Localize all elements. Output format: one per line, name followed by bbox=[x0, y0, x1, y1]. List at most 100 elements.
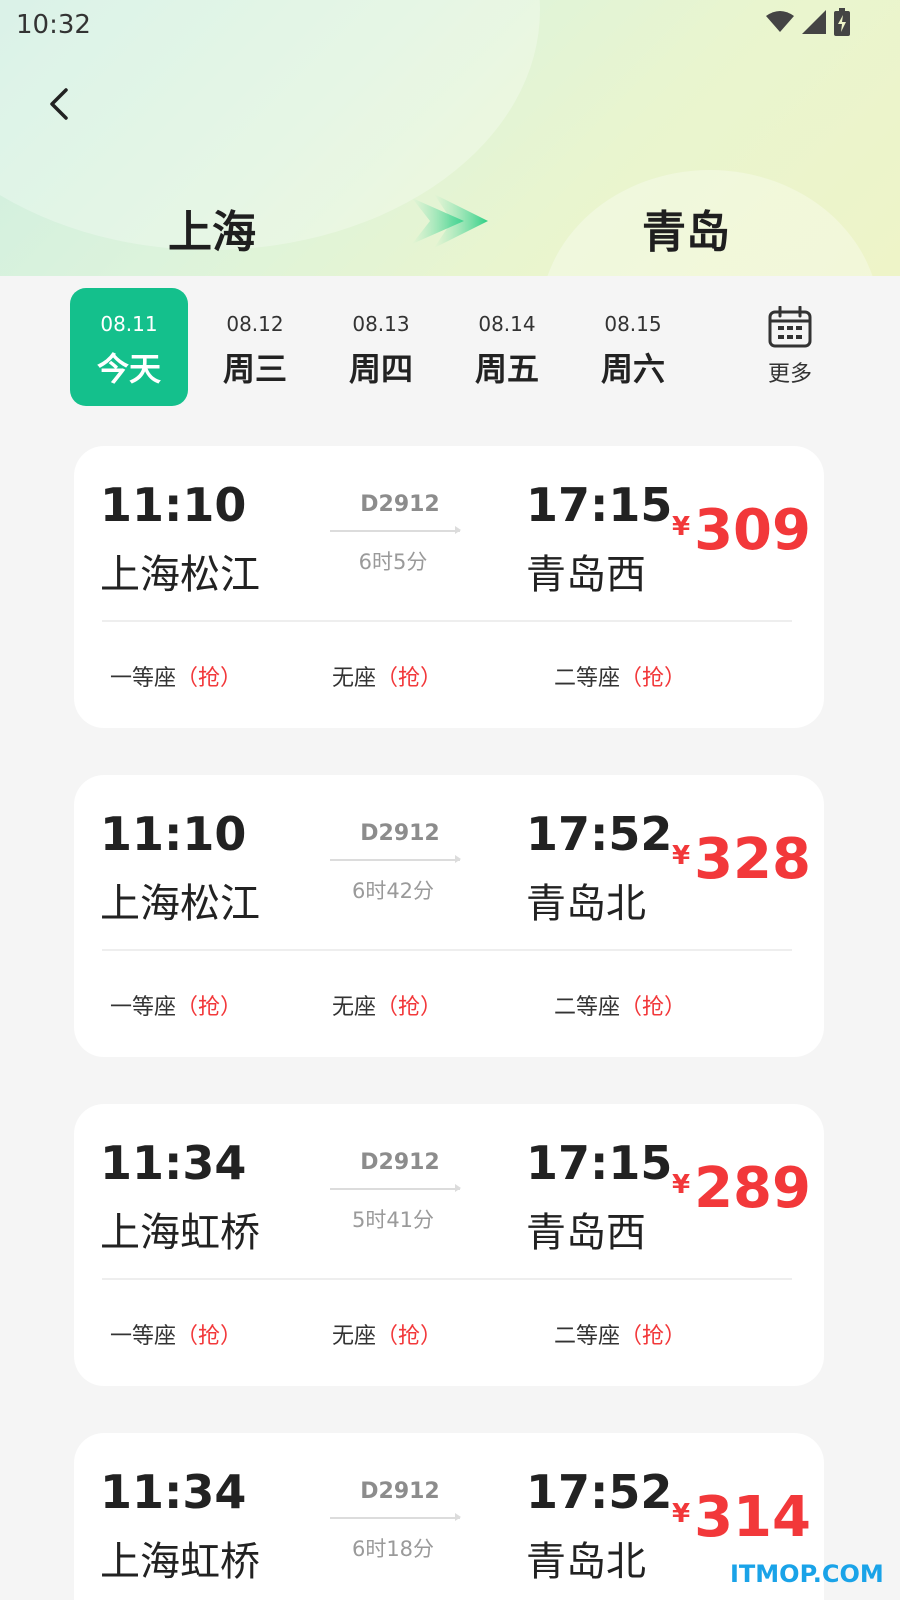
status-icons bbox=[766, 8, 850, 40]
seat-status: （抢） bbox=[376, 1324, 443, 1349]
date-tab-weekday: 周三 bbox=[222, 350, 287, 388]
arrival-station: 青岛西 bbox=[526, 1210, 646, 1256]
seat-name: 一等座 bbox=[110, 666, 177, 691]
price-value: 314 bbox=[694, 1485, 811, 1550]
seat-status: （抢） bbox=[620, 1324, 687, 1349]
date-tab-date: 08.15 bbox=[604, 312, 662, 336]
status-time: 10:32 bbox=[16, 10, 91, 40]
ticket-price: ¥289 bbox=[672, 1156, 811, 1221]
date-tab-date: 08.11 bbox=[100, 312, 158, 336]
seat-status: （抢） bbox=[176, 995, 243, 1020]
date-tab-0813[interactable]: 08.13 周四 bbox=[322, 288, 440, 406]
seat-standing[interactable]: 无座（抢） bbox=[332, 989, 442, 1021]
price-value: 328 bbox=[694, 827, 811, 892]
date-tab-0815[interactable]: 08.15 周六 bbox=[574, 288, 692, 406]
seat-name: 二等座 bbox=[554, 666, 621, 691]
header: 10:32 上海 青岛 bbox=[0, 0, 900, 276]
travel-duration: 5时41分 bbox=[351, 1208, 435, 1232]
date-tab-date: 08.14 bbox=[478, 312, 536, 336]
date-tab-0811[interactable]: 08.11 今天 bbox=[70, 288, 188, 406]
watermark: ITMOP.COM bbox=[730, 1560, 884, 1588]
currency-symbol: ¥ bbox=[672, 1170, 691, 1200]
departure-station: 上海虹桥 bbox=[100, 1539, 260, 1585]
train-number: D2912 bbox=[360, 821, 440, 846]
battery-icon bbox=[834, 8, 850, 40]
seat-name: 一等座 bbox=[110, 995, 177, 1020]
date-tab-weekday: 周六 bbox=[600, 350, 665, 388]
seat-first-class[interactable]: 一等座（抢） bbox=[110, 1318, 242, 1350]
currency-symbol: ¥ bbox=[672, 841, 691, 871]
price-value: 309 bbox=[694, 498, 811, 563]
seat-name: 二等座 bbox=[554, 995, 621, 1020]
train-number: D2912 bbox=[360, 492, 440, 517]
travel-duration: 6时18分 bbox=[351, 1537, 435, 1561]
divider bbox=[102, 949, 792, 951]
departure-city[interactable]: 上海 bbox=[168, 196, 256, 260]
train-card[interactable]: 11:34 上海虹桥 D2912 6时18分 17:52 青岛北 ¥314 bbox=[74, 1433, 824, 1600]
seat-standing[interactable]: 无座（抢） bbox=[332, 660, 442, 692]
seat-first-class[interactable]: 一等座（抢） bbox=[110, 989, 242, 1021]
seat-status: （抢） bbox=[620, 995, 687, 1020]
departure-time: 11:34 bbox=[100, 1465, 247, 1519]
seat-second-class[interactable]: 二等座（抢） bbox=[554, 989, 686, 1021]
chevron-left-icon bbox=[50, 88, 68, 120]
departure-station: 上海松江 bbox=[100, 552, 260, 598]
date-tab-date: 08.13 bbox=[352, 312, 410, 336]
train-number: D2912 bbox=[360, 1150, 440, 1175]
price-value: 289 bbox=[694, 1156, 811, 1221]
divider bbox=[102, 620, 792, 622]
travel-duration: 6时42分 bbox=[351, 879, 435, 903]
back-button[interactable] bbox=[38, 84, 78, 124]
signal-icon bbox=[802, 10, 826, 38]
route-line bbox=[330, 1513, 461, 1521]
arrival-city[interactable]: 青岛 bbox=[642, 196, 730, 260]
train-card[interactable]: 11:10 上海松江 D2912 6时5分 17:15 青岛西 ¥309 一等座… bbox=[74, 446, 824, 728]
route-line bbox=[330, 526, 461, 534]
seat-first-class[interactable]: 一等座（抢） bbox=[110, 660, 242, 692]
arrival-time: 17:52 bbox=[526, 807, 673, 861]
seat-status: （抢） bbox=[176, 666, 243, 691]
seat-status: （抢） bbox=[176, 1324, 243, 1349]
seat-name: 二等座 bbox=[554, 1324, 621, 1349]
seat-name: 无座 bbox=[332, 995, 377, 1020]
date-tab-weekday: 周四 bbox=[348, 350, 413, 388]
date-tab-weekday: 周五 bbox=[474, 350, 539, 388]
date-tab-0812[interactable]: 08.12 周三 bbox=[196, 288, 314, 406]
date-tab-0814[interactable]: 08.14 周五 bbox=[448, 288, 566, 406]
seat-second-class[interactable]: 二等座（抢） bbox=[554, 1318, 686, 1350]
wifi-icon bbox=[766, 10, 794, 38]
seat-name: 一等座 bbox=[110, 1324, 177, 1349]
route-arrow-icon bbox=[412, 194, 488, 248]
more-dates-button[interactable]: 更多 bbox=[758, 305, 822, 396]
seat-status: （抢） bbox=[620, 666, 687, 691]
ticket-price: ¥328 bbox=[672, 827, 811, 892]
date-tab-date: 08.12 bbox=[226, 312, 284, 336]
train-card[interactable]: 11:34 上海虹桥 D2912 5时41分 17:15 青岛西 ¥289 一等… bbox=[74, 1104, 824, 1386]
status-bar: 10:32 bbox=[0, 0, 900, 50]
currency-symbol: ¥ bbox=[672, 512, 691, 542]
arrival-station: 青岛北 bbox=[526, 881, 646, 927]
departure-time: 11:34 bbox=[100, 1136, 247, 1190]
seat-status: （抢） bbox=[376, 995, 443, 1020]
train-card[interactable]: 11:10 上海松江 D2912 6时42分 17:52 青岛北 ¥328 一等… bbox=[74, 775, 824, 1057]
date-selector: 08.11 今天 08.12 周三 08.13 周四 08.14 周五 08.1… bbox=[0, 276, 900, 416]
currency-symbol: ¥ bbox=[672, 1499, 691, 1529]
more-label: 更多 bbox=[767, 362, 812, 387]
calendar-icon bbox=[768, 305, 812, 348]
arrival-time: 17:15 bbox=[526, 1136, 673, 1190]
route-line bbox=[330, 855, 461, 863]
arrival-station: 青岛西 bbox=[526, 552, 646, 598]
seat-standing[interactable]: 无座（抢） bbox=[332, 1318, 442, 1350]
seat-second-class[interactable]: 二等座（抢） bbox=[554, 660, 686, 692]
departure-time: 11:10 bbox=[100, 478, 247, 532]
departure-station: 上海松江 bbox=[100, 881, 260, 927]
departure-station: 上海虹桥 bbox=[100, 1210, 260, 1256]
ticket-price: ¥314 bbox=[672, 1485, 811, 1550]
date-tab-weekday: 今天 bbox=[96, 350, 161, 388]
arrival-station: 青岛北 bbox=[526, 1539, 646, 1585]
seat-name: 无座 bbox=[332, 666, 377, 691]
route-line bbox=[330, 1184, 461, 1192]
seat-name: 无座 bbox=[332, 1324, 377, 1349]
travel-duration: 6时5分 bbox=[358, 550, 428, 574]
arrival-time: 17:52 bbox=[526, 1465, 673, 1519]
